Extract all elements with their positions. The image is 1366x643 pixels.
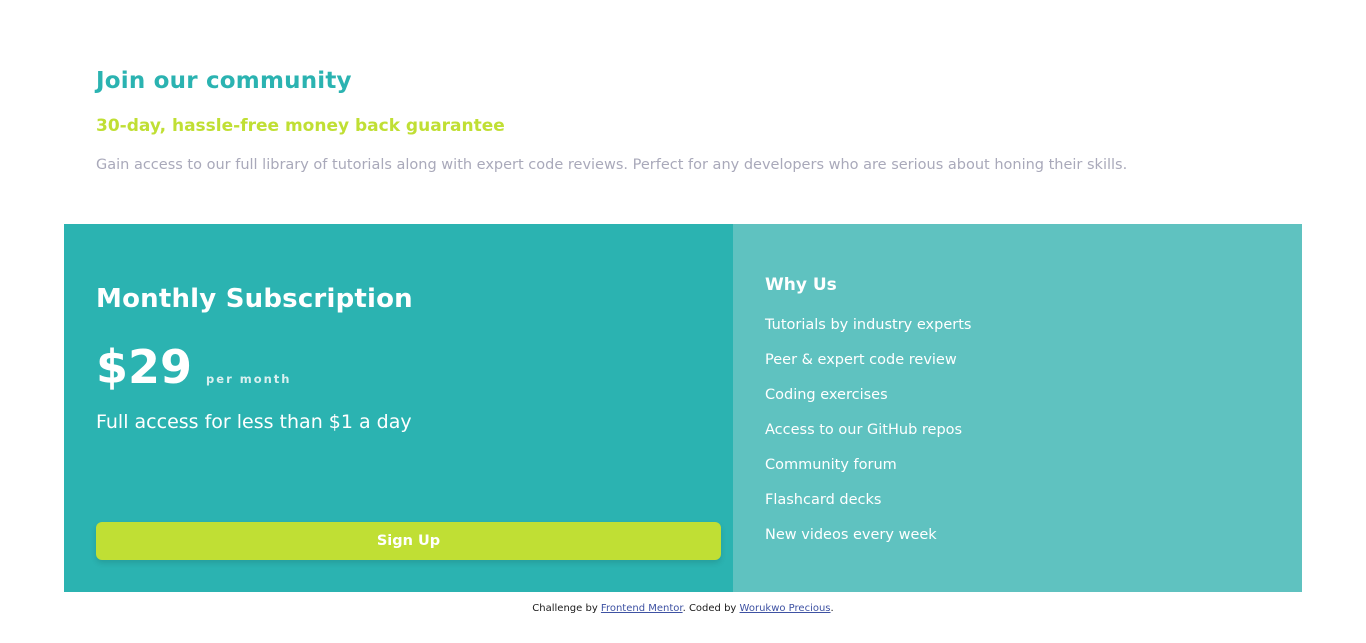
why-us-heading: Why Us [765, 275, 837, 295]
monthly-subscription-card: Monthly Subscription $29 per month Full … [64, 224, 733, 592]
list-item: Access to our GitHub repos [765, 422, 963, 438]
why-us-card: Why Us Tutorials by industry experts Pee… [733, 224, 1302, 592]
price-amount: $29 [96, 340, 193, 394]
attribution-suffix: . [830, 603, 834, 614]
list-item: Coding exercises [765, 387, 888, 403]
community-description: Gain access to our full library of tutor… [96, 157, 1128, 173]
community-card: Join our community 30-day, hassle-free m… [64, 0, 1302, 224]
author-link[interactable]: Worukwo Precious [740, 603, 831, 614]
list-item: Peer & expert code review [765, 352, 957, 368]
list-item: Flashcard decks [765, 492, 882, 508]
community-title: Join our community [96, 68, 352, 94]
sign-up-button[interactable]: Sign Up [96, 522, 721, 560]
why-us-list: Tutorials by industry experts Peer & exp… [765, 316, 971, 561]
attribution-middle: . Coded by [682, 603, 740, 614]
list-item: Tutorials by industry experts [765, 317, 972, 333]
frontend-mentor-link[interactable]: Frontend Mentor [601, 603, 683, 614]
price-row: $29 per month [96, 342, 292, 393]
access-text: Full access for less than $1 a day [96, 411, 412, 433]
monthly-heading: Monthly Subscription [96, 284, 413, 314]
attribution: Challenge by Frontend Mentor. Coded by W… [0, 603, 1366, 614]
list-item: Community forum [765, 457, 897, 473]
price-period: per month [206, 372, 292, 386]
page: Join our community 30-day, hassle-free m… [0, 0, 1366, 643]
attribution-prefix: Challenge by [532, 603, 601, 614]
guarantee-subtitle: 30-day, hassle-free money back guarantee [96, 116, 505, 136]
list-item: New videos every week [765, 527, 937, 543]
